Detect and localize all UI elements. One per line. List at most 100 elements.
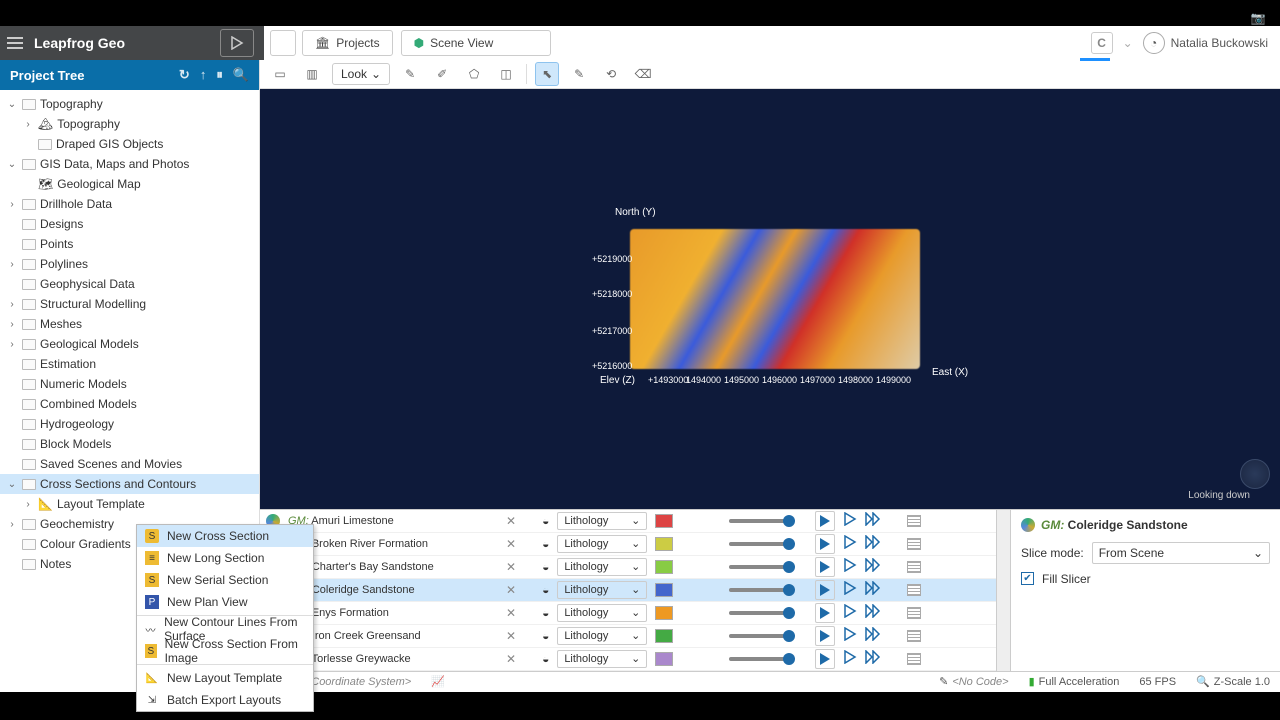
edit-icon[interactable]: ✎: [567, 62, 591, 86]
play-fast-icon[interactable]: [865, 650, 881, 667]
tool-2[interactable]: ▥: [300, 62, 324, 86]
attribute-select[interactable]: Lithology⌄: [557, 604, 647, 622]
remove-layer-icon[interactable]: ✕: [506, 560, 516, 574]
color-swatch[interactable]: [655, 606, 673, 620]
pause-icon[interactable]: ⏸: [216, 67, 223, 83]
slice-mode-select[interactable]: From Scene⌄: [1092, 542, 1270, 564]
tab-projects[interactable]: 🏛Projects: [302, 30, 393, 56]
refresh-icon[interactable]: ↻: [179, 67, 190, 83]
layer-row[interactable]: GM: Iron Creek Greensand✕◒Lithology⌄: [260, 625, 996, 648]
ctx-new-cross-from-image[interactable]: SNew Cross Section From Image: [137, 640, 313, 662]
ctx-batch-export[interactable]: ⇲Batch Export Layouts: [137, 689, 313, 711]
opacity-slider[interactable]: [729, 611, 789, 615]
ctx-new-plan-view[interactable]: PNew Plan View: [137, 591, 313, 613]
layer-row[interactable]: GM: Amuri Limestone✕◒Lithology⌄: [260, 510, 996, 533]
remove-layer-icon[interactable]: ✕: [506, 583, 516, 597]
tool-1[interactable]: ▭: [268, 62, 292, 86]
camera-icon[interactable]: 📷: [1246, 6, 1270, 30]
play-outline-icon[interactable]: [843, 512, 857, 529]
attribute-select[interactable]: Lithology⌄: [557, 558, 647, 576]
layer-row[interactable]: GM: Enys Formation✕◒Lithology⌄: [260, 602, 996, 625]
menu-icon[interactable]: [0, 26, 30, 60]
ctx-new-layout-template[interactable]: 📐New Layout Template: [137, 667, 313, 689]
list-icon[interactable]: [907, 653, 921, 665]
remove-layer-icon[interactable]: ✕: [506, 652, 516, 666]
scene-viewport[interactable]: North (Y) East (X) Elev (Z) +5219000 +52…: [260, 89, 1280, 509]
remove-layer-icon[interactable]: ✕: [506, 537, 516, 551]
opacity-slider[interactable]: [729, 588, 789, 592]
list-icon[interactable]: [907, 561, 921, 573]
play-button[interactable]: [220, 29, 254, 57]
color-swatch[interactable]: [655, 652, 673, 666]
play-fast-icon[interactable]: [865, 604, 881, 621]
color-swatch[interactable]: [655, 537, 673, 551]
color-swatch[interactable]: [655, 629, 673, 643]
search-icon[interactable]: 🔍: [233, 67, 249, 83]
color-swatch[interactable]: [655, 583, 673, 597]
attribute-select[interactable]: Lithology⌄: [557, 535, 647, 553]
play-fast-icon[interactable]: [865, 581, 881, 598]
up-icon[interactable]: ↑: [200, 67, 207, 83]
layer-row[interactable]: GM: Coleridge Sandstone✕◒Lithology⌄: [260, 579, 996, 602]
layer-row[interactable]: GM: Charter's Bay Sandstone✕◒Lithology⌄: [260, 556, 996, 579]
play-outline-icon[interactable]: [843, 650, 857, 667]
fill-slicer-checkbox[interactable]: ✔: [1021, 572, 1034, 585]
style-icon[interactable]: ◒: [542, 606, 549, 620]
play-solid-icon[interactable]: [815, 603, 835, 623]
user-menu[interactable]: ◔ Natalia Buckowski: [1143, 32, 1268, 54]
ctx-new-cross-section[interactable]: SNew Cross Section: [137, 525, 313, 547]
remove-layer-icon[interactable]: ✕: [506, 514, 516, 528]
color-swatch[interactable]: [655, 514, 673, 528]
lasso-icon[interactable]: ✎: [398, 62, 422, 86]
opacity-slider[interactable]: [729, 565, 789, 569]
opacity-slider[interactable]: [729, 657, 789, 661]
list-icon[interactable]: [907, 538, 921, 550]
rotate-icon[interactable]: ⟲: [599, 62, 623, 86]
play-fast-icon[interactable]: [865, 535, 881, 552]
erase-icon[interactable]: ⌫: [631, 62, 655, 86]
ctx-new-serial-section[interactable]: SNew Serial Section: [137, 569, 313, 591]
tree-cross-sections[interactable]: ⌄Cross Sections and Contours: [0, 474, 259, 494]
tabs-dropdown[interactable]: ⌄: [270, 30, 296, 56]
play-fast-icon[interactable]: [865, 512, 881, 529]
style-icon[interactable]: ◒: [542, 652, 549, 666]
polygon-icon[interactable]: ⬠: [462, 62, 486, 86]
list-icon[interactable]: [907, 515, 921, 527]
opacity-slider[interactable]: [729, 634, 789, 638]
style-icon[interactable]: ◒: [542, 629, 549, 643]
pen-icon[interactable]: ✐: [430, 62, 454, 86]
remove-layer-icon[interactable]: ✕: [506, 629, 516, 643]
style-icon[interactable]: ◒: [542, 583, 549, 597]
layer-row[interactable]: GM: Torlesse Greywacke✕◒Lithology⌄: [260, 648, 996, 671]
play-solid-icon[interactable]: [815, 511, 835, 531]
play-solid-icon[interactable]: [815, 534, 835, 554]
attribute-select[interactable]: Lithology⌄: [557, 627, 647, 645]
list-icon[interactable]: [907, 584, 921, 596]
ctx-new-long-section[interactable]: ≡New Long Section: [137, 547, 313, 569]
attribute-select[interactable]: Lithology⌄: [557, 512, 647, 530]
layer-row[interactable]: GM: Broken River Formation✕◒Lithology⌄: [260, 533, 996, 556]
style-icon[interactable]: ◒: [542, 514, 549, 528]
play-outline-icon[interactable]: [843, 535, 857, 552]
opacity-slider[interactable]: [729, 519, 789, 523]
play-outline-icon[interactable]: [843, 604, 857, 621]
play-solid-icon[interactable]: [815, 580, 835, 600]
attribute-select[interactable]: Lithology⌄: [557, 581, 647, 599]
play-solid-icon[interactable]: [815, 557, 835, 577]
color-swatch[interactable]: [655, 560, 673, 574]
play-solid-icon[interactable]: [815, 649, 835, 669]
remove-layer-icon[interactable]: ✕: [506, 606, 516, 620]
style-icon[interactable]: ◒: [542, 560, 549, 574]
style-icon[interactable]: ◒: [542, 537, 549, 551]
opacity-slider[interactable]: [729, 542, 789, 546]
list-icon[interactable]: [907, 607, 921, 619]
attribute-select[interactable]: Lithology⌄: [557, 650, 647, 668]
play-outline-icon[interactable]: [843, 581, 857, 598]
play-fast-icon[interactable]: [865, 627, 881, 644]
play-outline-icon[interactable]: [843, 558, 857, 575]
cloud-icon[interactable]: C: [1091, 32, 1113, 54]
tab-scene-view[interactable]: ⬢Scene View: [401, 30, 551, 56]
list-icon[interactable]: [907, 630, 921, 642]
play-outline-icon[interactable]: [843, 627, 857, 644]
scrollbar[interactable]: [996, 510, 1010, 671]
